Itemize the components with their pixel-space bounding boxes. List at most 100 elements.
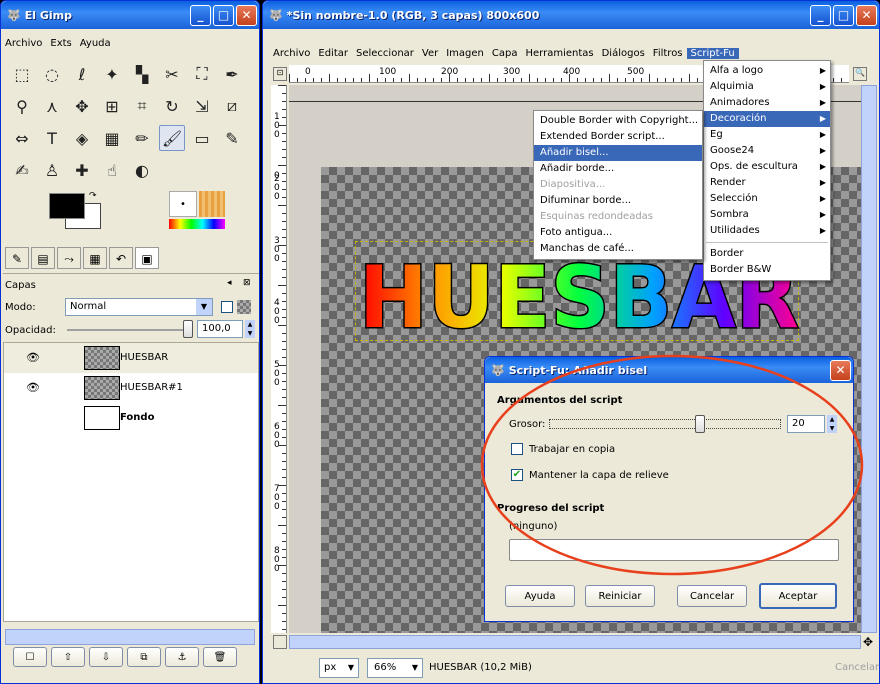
- decoracion-menu-item[interactable]: Extended Border script...: [534, 129, 702, 145]
- status-cancel-button[interactable]: Cancelar: [835, 662, 879, 673]
- canvas-hscroll[interactable]: [289, 635, 861, 649]
- quickmask-icon[interactable]: [273, 635, 287, 649]
- work-on-copy-checkbox[interactable]: [511, 443, 523, 455]
- image-menu-item[interactable]: Capa: [488, 48, 522, 59]
- rotate-icon[interactable]: ↻: [159, 93, 185, 119]
- layers-tab-icon[interactable]: ▤: [31, 247, 55, 269]
- navigate-icon[interactable]: ✥: [863, 635, 873, 649]
- lasso-icon[interactable]: ℓ: [69, 61, 95, 87]
- scriptfu-menu-item[interactable]: Render ▶: [704, 175, 830, 191]
- thickness-thumb[interactable]: [694, 415, 705, 433]
- text-icon[interactable]: T: [39, 125, 65, 151]
- minimize-button[interactable]: _: [810, 4, 831, 26]
- lower-layer-icon[interactable]: ⇩: [89, 647, 123, 667]
- zoom-select[interactable]: 66% ▼: [367, 658, 423, 678]
- gradient-tab-icon[interactable]: ▦: [83, 247, 107, 269]
- thickness-track[interactable]: [549, 419, 781, 429]
- color-select-icon[interactable]: ▚: [129, 61, 155, 87]
- scriptfu-menu-item[interactable]: Border B&W: [704, 262, 830, 278]
- maximize-button[interactable]: □: [213, 4, 234, 26]
- bucket-fill-icon[interactable]: ◈: [69, 125, 95, 151]
- ok-button[interactable]: Aceptar: [759, 583, 837, 609]
- airbrush-icon[interactable]: ✎: [219, 125, 245, 151]
- scissors-icon[interactable]: ✂: [159, 61, 185, 87]
- lock-alpha-checkbox[interactable]: [221, 301, 233, 313]
- layer-row[interactable]: 👁 HUESBAR: [4, 343, 258, 373]
- pencil-icon[interactable]: ✏: [129, 125, 155, 151]
- color-picker-icon[interactable]: ⚲: [9, 93, 35, 119]
- chevron-down-icon[interactable]: ▼: [408, 659, 422, 677]
- image-menu-item[interactable]: Archivo: [269, 48, 314, 59]
- ink-icon[interactable]: ✍: [9, 157, 35, 183]
- close-button[interactable]: ✕: [856, 4, 877, 26]
- mode-select[interactable]: Normal ▼: [65, 298, 213, 316]
- heal-icon[interactable]: ✚: [69, 157, 95, 183]
- foreground-select-icon[interactable]: ⛶: [189, 61, 215, 87]
- paths-icon[interactable]: ✒: [219, 61, 245, 87]
- toolbox-menu-item[interactable]: Ayuda: [76, 38, 115, 49]
- panel-close-icon[interactable]: ⊠: [243, 278, 251, 288]
- fg-bg-colors[interactable]: ↷: [47, 191, 107, 231]
- undo-tab-icon[interactable]: ↶: [109, 247, 133, 269]
- unit-select[interactable]: px ▼: [319, 658, 359, 678]
- decoracion-menu-item[interactable]: Añadir bisel...: [534, 145, 702, 161]
- minimize-button[interactable]: _: [190, 4, 211, 26]
- swap-colors-icon[interactable]: ↷: [89, 191, 97, 201]
- help-button[interactable]: Ayuda: [505, 585, 575, 607]
- image-menu-item[interactable]: Script-Fu: [686, 47, 739, 59]
- image-menu-item[interactable]: Editar: [314, 48, 352, 59]
- ruler-corner[interactable]: ⊡: [273, 67, 287, 81]
- align-icon[interactable]: ⊞: [99, 93, 125, 119]
- scriptfu-menu-item[interactable]: Alquimia ▶: [704, 79, 830, 95]
- scriptfu-menu-item[interactable]: Decoración ▶: [704, 111, 830, 127]
- scriptfu-menu-item[interactable]: Selección ▶: [704, 191, 830, 207]
- scriptfu-menu-item[interactable]: Eg ▶: [704, 127, 830, 143]
- paths-tab-icon[interactable]: ⤳: [57, 247, 81, 269]
- dodge-burn-icon[interactable]: ◐: [129, 157, 155, 183]
- gradient-preview[interactable]: [169, 219, 225, 229]
- brush-tab-icon[interactable]: ✎: [5, 247, 29, 269]
- cancel-button[interactable]: Cancelar: [677, 585, 747, 607]
- scale-icon[interactable]: ⇲: [189, 93, 215, 119]
- rect-select-icon[interactable]: ⬚: [9, 61, 35, 87]
- opacity-spin[interactable]: 100,0: [197, 320, 243, 338]
- scriptfu-menu-item[interactable]: Alfa a logo ▶: [704, 63, 830, 79]
- close-button[interactable]: ✕: [236, 4, 257, 26]
- move-icon[interactable]: ✥: [69, 93, 95, 119]
- panel-menu-icon[interactable]: ◂: [227, 278, 232, 288]
- thickness-spin-arrows[interactable]: ▲ ▼: [827, 415, 837, 433]
- opacity-slider[interactable]: [67, 329, 191, 331]
- pattern-preview[interactable]: [199, 191, 225, 217]
- decoracion-menu-item[interactable]: Double Border with Copyright...: [534, 113, 702, 129]
- close-button[interactable]: ✕: [830, 359, 851, 381]
- scriptfu-menu-item[interactable]: Ops. de escultura ▶: [704, 159, 830, 175]
- image-menu-item[interactable]: Filtros: [649, 48, 687, 59]
- eye-icon[interactable]: 👁: [26, 381, 40, 394]
- layer-row[interactable]: 👁 HUESBAR#1: [4, 373, 258, 403]
- image-titlebar[interactable]: 🐺 *Sin nombre-1.0 (RGB, 3 capas) 800x600…: [263, 1, 879, 29]
- shear-icon[interactable]: ⧄: [219, 93, 245, 119]
- blend-icon[interactable]: ▦: [99, 125, 125, 151]
- decoracion-menu-item[interactable]: Foto antigua...: [534, 225, 702, 241]
- brush-preview[interactable]: •: [169, 191, 197, 217]
- scriptfu-menu-item[interactable]: Border: [704, 246, 830, 262]
- image-menu-item[interactable]: Ver: [418, 48, 442, 59]
- layer-row[interactable]: Fondo: [4, 403, 258, 433]
- thickness-spin[interactable]: 20: [787, 415, 825, 433]
- smudge-icon[interactable]: ☝: [99, 157, 125, 183]
- toolbox-titlebar[interactable]: 🐺 El Gimp _ □ ✕: [1, 1, 259, 29]
- reset-button[interactable]: Reiniciar: [585, 585, 655, 607]
- eye-icon[interactable]: 👁: [26, 351, 40, 364]
- dialog-titlebar[interactable]: 🐺 Script-Fu: Añadir bisel ✕: [485, 357, 853, 383]
- scriptfu-menu-item[interactable]: Sombra ▶: [704, 207, 830, 223]
- scriptfu-menu-item[interactable]: Goose24 ▶: [704, 143, 830, 159]
- flip-icon[interactable]: ⇔: [9, 125, 35, 151]
- opacity-spin-arrows[interactable]: ▲ ▼: [245, 320, 255, 338]
- channels-tab-icon[interactable]: ▣: [135, 247, 159, 269]
- decoracion-menu-item[interactable]: Manchas de café...: [534, 241, 702, 257]
- foreground-color-swatch[interactable]: [49, 193, 85, 219]
- measure-icon[interactable]: ⋏: [39, 93, 65, 119]
- chevron-down-icon[interactable]: ▼: [196, 299, 212, 315]
- duplicate-layer-icon[interactable]: ⧉: [127, 647, 161, 667]
- new-layer-icon[interactable]: ☐: [13, 647, 47, 667]
